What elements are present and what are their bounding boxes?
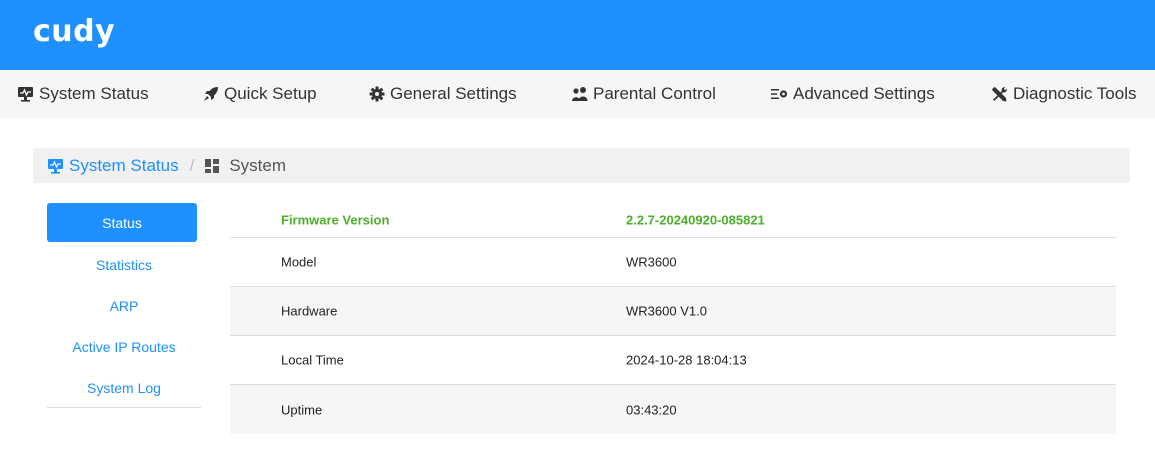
nav-quick-setup[interactable]: Quick Setup (203, 70, 317, 118)
nav-general-settings[interactable]: General Settings (369, 70, 517, 118)
local-time-value: 2024-10-28 18:04:13 (626, 352, 747, 368)
firmware-version-value: 2.2.7-20240920-085821 (626, 212, 765, 228)
monitor-icon (48, 158, 63, 174)
side-menu-divider (47, 407, 201, 408)
table-row-firmware: Firmware Version 2.2.7-20240920-085821 (230, 203, 1116, 238)
breadcrumb-parent-label: System Status (69, 155, 179, 175)
side-item-status[interactable]: Status (47, 203, 197, 242)
monitor-icon (18, 87, 33, 102)
model-value: WR3600 (626, 254, 677, 270)
side-item-system-log[interactable]: System Log (47, 367, 201, 408)
nav-system-status-label: System Status (39, 84, 149, 103)
side-item-arp[interactable]: ARP (47, 285, 201, 326)
nav-advanced-settings-label: Advanced Settings (793, 84, 935, 103)
main-nav: System Status Quick Setup General Settin… (0, 70, 1155, 118)
nav-parental-control-label: Parental Control (593, 84, 716, 103)
cudy-logo[interactable]: cudy (33, 14, 115, 49)
dashboard-icon (205, 158, 220, 173)
table-row-hardware: Hardware WR3600 V1.0 (230, 287, 1116, 336)
hardware-value: WR3600 V1.0 (626, 303, 707, 319)
uptime-label: Uptime (281, 402, 323, 417)
rocket-icon (204, 87, 218, 101)
sliders-icon (771, 89, 788, 99)
hardware-label: Hardware (281, 303, 338, 319)
nav-system-status[interactable]: System Status (17, 70, 149, 118)
nav-general-settings-label: General Settings (390, 84, 517, 103)
uptime-value: 03:43:20 (626, 402, 677, 417)
users-icon (572, 87, 588, 101)
nav-diagnostic-tools-label: Diagnostic Tools (1013, 84, 1137, 103)
side-menu: Status Statistics ARP Active IP Routes S… (47, 203, 201, 408)
table-row-model: Model WR3600 (230, 238, 1116, 287)
nav-parental-control[interactable]: Parental Control (571, 70, 716, 118)
gear-icon (369, 86, 385, 102)
nav-quick-setup-label: Quick Setup (224, 84, 317, 103)
table-row-uptime: Uptime 03:43:20 (230, 385, 1116, 434)
nav-advanced-settings[interactable]: Advanced Settings (771, 70, 935, 118)
tools-icon (992, 86, 1007, 101)
nav-diagnostic-tools[interactable]: Diagnostic Tools (991, 70, 1136, 118)
breadcrumb-current: System (205, 156, 286, 176)
breadcrumb-system-status[interactable]: System Status (47, 156, 179, 176)
model-label: Model (281, 254, 317, 270)
breadcrumb-separator: / (189, 155, 195, 175)
side-item-active-ip-routes[interactable]: Active IP Routes (47, 326, 201, 367)
breadcrumb: System Status / System (33, 148, 1130, 183)
side-item-statistics[interactable]: Statistics (47, 244, 201, 285)
top-header: cudy (0, 0, 1155, 70)
local-time-label: Local Time (281, 352, 344, 368)
system-info-table: Firmware Version 2.2.7-20240920-085821 M… (230, 203, 1116, 434)
table-row-local-time: Local Time 2024-10-28 18:04:13 (230, 336, 1116, 385)
breadcrumb-current-label: System (229, 155, 287, 175)
firmware-version-label: Firmware Version (281, 212, 390, 228)
